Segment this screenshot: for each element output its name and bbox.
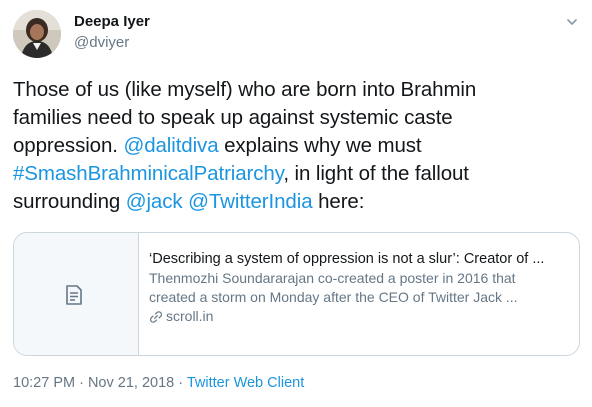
tweet-line: surrounding @jack @TwitterIndia here: <box>13 188 581 216</box>
document-icon <box>66 285 82 305</box>
card-body: ‘Describing a system of oppression is no… <box>149 250 569 326</box>
tweet-text-segment: oppression. <box>13 134 124 157</box>
tweet-text-segment: , in light of the fallout <box>283 162 469 185</box>
card-description-line: Thenmozhi Soundararajan co-created a pos… <box>149 270 516 286</box>
card-domain: scroll.in <box>149 307 569 326</box>
mention-jack-link[interactable]: @jack <box>126 190 183 213</box>
tweet-text-segment: Those of us (like myself) who are born i… <box>13 78 477 101</box>
hashtag-link[interactable]: #SmashBrahminicalPatriarchy <box>13 162 283 185</box>
tweet-text-segment: surrounding <box>13 190 126 213</box>
card-description: Thenmozhi Soundararajan co-created a pos… <box>149 269 569 307</box>
tweet-line: oppression. @dalitdiva explains why we m… <box>13 132 581 160</box>
avatar-image <box>13 10 61 58</box>
tweet-line: #SmashBrahminicalPatriarchy, in light of… <box>13 160 581 188</box>
tweet-line: Those of us (like myself) who are born i… <box>13 76 581 104</box>
mention-twitterindia-link[interactable]: @TwitterIndia <box>188 190 312 213</box>
mention-dalitdiva-link[interactable]: @dalitdiva <box>123 134 218 157</box>
timestamp[interactable]: 10:27 PM · Nov 21, 2018 · <box>13 375 187 391</box>
avatar[interactable] <box>13 10 61 58</box>
tweet-meta: 10:27 PM · Nov 21, 2018 · Twitter Web Cl… <box>13 374 304 392</box>
user-handle[interactable]: @dviyer <box>74 34 129 52</box>
display-name[interactable]: Deepa Iyer <box>74 13 150 31</box>
tweet-text-segment: explains why we must <box>218 134 422 157</box>
tweet-line: families need to speak up against system… <box>13 104 581 132</box>
card-description-line: created a storm on Monday after the CEO … <box>149 289 518 305</box>
chevron-down-icon[interactable] <box>564 14 580 30</box>
card-title: ‘Describing a system of oppression is no… <box>149 251 545 267</box>
tweet: Deepa Iyer @dviyer Those of us (like mys… <box>0 0 592 407</box>
source-link[interactable]: Twitter Web Client <box>187 375 304 391</box>
tweet-text: Those of us (like myself) who are born i… <box>13 76 581 216</box>
tweet-text-segment: families need to speak up against system… <box>13 106 453 129</box>
link-preview-card[interactable]: ‘Describing a system of oppression is no… <box>13 232 580 356</box>
tweet-text-segment: here: <box>312 190 365 213</box>
card-thumbnail <box>14 233 139 355</box>
card-domain-text: scroll.in <box>166 308 214 324</box>
link-icon <box>149 310 163 323</box>
